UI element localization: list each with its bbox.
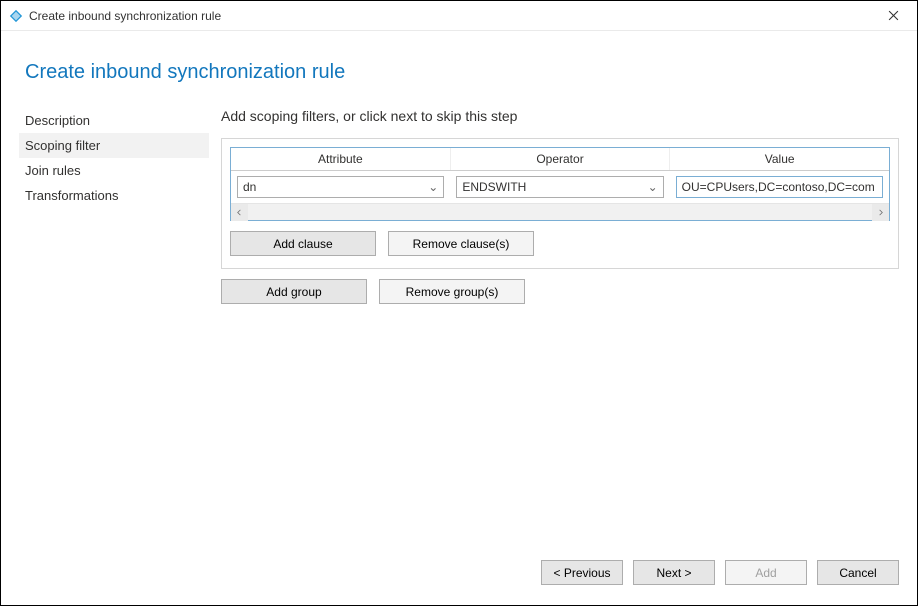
add-group-button[interactable]: Add group [221, 279, 367, 304]
wizard-nav: Description Scoping filter Join rules Tr… [19, 108, 209, 542]
col-header-operator: Operator [451, 148, 671, 170]
horizontal-scrollbar[interactable] [231, 203, 889, 220]
filter-table: Attribute Operator Value dn ⌄ ENDSWITH ⌄ [230, 147, 890, 221]
add-button: Add [725, 560, 807, 585]
previous-button[interactable]: < Previous [541, 560, 623, 585]
nav-item-scoping-filter[interactable]: Scoping filter [19, 133, 209, 158]
col-header-attribute: Attribute [231, 148, 451, 170]
scoping-filter-group: Attribute Operator Value dn ⌄ ENDSWITH ⌄ [221, 138, 899, 269]
remove-group-button[interactable]: Remove group(s) [379, 279, 525, 304]
value-input[interactable]: OU=CPUsers,DC=contoso,DC=com [676, 176, 883, 198]
value-text: OU=CPUsers,DC=contoso,DC=com [682, 180, 875, 194]
operator-dropdown[interactable]: ENDSWITH ⌄ [456, 176, 663, 198]
title-bar: Create inbound synchronization rule [1, 1, 917, 31]
close-button[interactable] [873, 2, 913, 30]
nav-item-description[interactable]: Description [19, 108, 209, 133]
cancel-button[interactable]: Cancel [817, 560, 899, 585]
window-title: Create inbound synchronization rule [29, 9, 221, 23]
attribute-value: dn [243, 180, 256, 194]
scroll-right-icon[interactable] [872, 204, 889, 221]
chevron-down-icon: ⌄ [648, 180, 658, 194]
chevron-down-icon: ⌄ [428, 180, 438, 194]
filter-row: dn ⌄ ENDSWITH ⌄ OU=CPUsers,DC=contoso,DC… [231, 171, 889, 203]
remove-clause-button[interactable]: Remove clause(s) [388, 231, 534, 256]
app-icon [9, 9, 23, 23]
col-header-value: Value [670, 148, 889, 170]
step-instruction: Add scoping filters, or click next to sk… [221, 108, 899, 124]
nav-item-join-rules[interactable]: Join rules [19, 158, 209, 183]
scroll-left-icon[interactable] [231, 204, 248, 221]
add-clause-button[interactable]: Add clause [230, 231, 376, 256]
wizard-footer: < Previous Next > Add Cancel [19, 542, 899, 605]
operator-value: ENDSWITH [462, 180, 526, 194]
attribute-dropdown[interactable]: dn ⌄ [237, 176, 444, 198]
next-button[interactable]: Next > [633, 560, 715, 585]
page-heading: Create inbound synchronization rule [19, 31, 899, 108]
nav-item-transformations[interactable]: Transformations [19, 183, 209, 208]
